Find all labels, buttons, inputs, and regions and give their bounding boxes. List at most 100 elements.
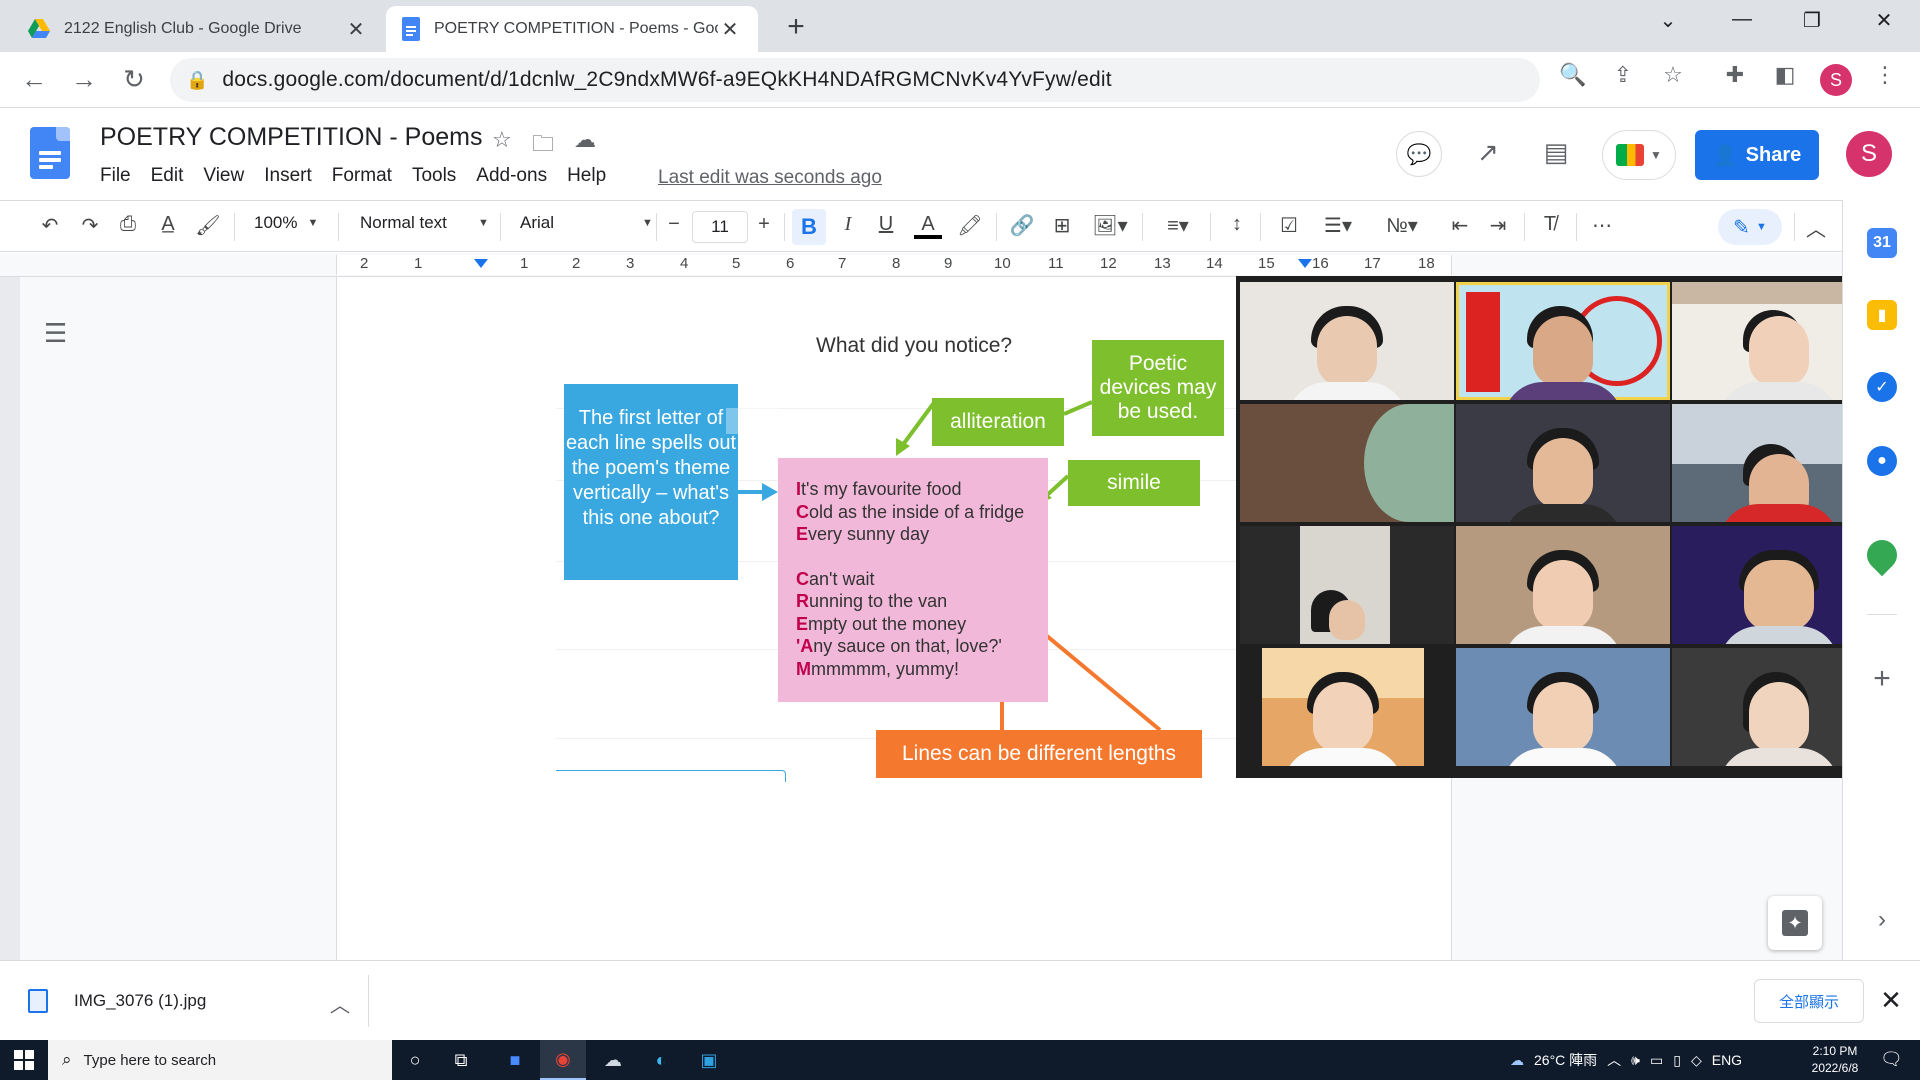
photos-app-icon[interactable]: ▣ — [686, 1040, 732, 1080]
highlight-color-icon[interactable]: 🖍 — [956, 213, 984, 238]
add-comment-icon[interactable]: ⊞ — [1048, 213, 1076, 238]
line-spacing-icon[interactable]: ↕ — [1222, 213, 1252, 236]
zoom-icon[interactable]: 🔍 — [1556, 62, 1590, 88]
minimize-button[interactable]: — — [1722, 8, 1762, 31]
explore-button[interactable]: ✦ — [1768, 896, 1822, 950]
volume-icon[interactable]: 🕪 — [1631, 1052, 1640, 1069]
comment-icon[interactable]: ▤ — [1536, 137, 1576, 168]
participant-tile[interactable] — [1456, 404, 1670, 522]
insert-image-icon[interactable]: 🖼▾ — [1088, 213, 1132, 238]
restore-button[interactable]: ❐ — [1792, 8, 1832, 33]
chevron-up-icon[interactable]: ︿ — [330, 989, 350, 1018]
hide-menus-chevron-up-icon[interactable]: ︿ — [1802, 213, 1830, 242]
bold-button[interactable]: B — [792, 209, 826, 245]
participant-tile[interactable] — [1240, 282, 1454, 400]
video-call-panel[interactable] — [1236, 276, 1886, 778]
paint-format-icon[interactable]: 🖌 — [194, 213, 222, 238]
menu-insert[interactable]: Insert — [264, 165, 312, 187]
bulleted-list-icon[interactable]: ☰▾ — [1316, 213, 1360, 238]
document-title[interactable]: POETRY COMPETITION - Poems — [100, 123, 482, 152]
menu-format[interactable]: Format — [332, 165, 392, 187]
reload-icon[interactable]: ↻ — [116, 64, 152, 95]
windows-start-icon[interactable] — [14, 1050, 34, 1070]
editing-mode-button[interactable]: ✎ ▼ — [1718, 209, 1782, 245]
share-button[interactable]: 👤 Share — [1695, 130, 1819, 180]
close-download-bar-icon[interactable]: ✕ — [1876, 985, 1906, 1016]
weather-text[interactable]: 26°C 陣雨 — [1534, 1050, 1597, 1070]
show-comments-history-icon[interactable]: 💬 — [1396, 131, 1442, 177]
show-all-button[interactable]: 全部顯示 — [1754, 979, 1864, 1023]
spellcheck-icon[interactable]: A̲ — [154, 213, 182, 236]
last-edit-link[interactable]: Last edit was seconds ago — [658, 167, 882, 189]
activity-dashboard-icon[interactable]: ↗ — [1468, 137, 1508, 168]
font-size-input[interactable]: 11 — [692, 211, 748, 243]
battery-icon[interactable]: ▯ — [1673, 1052, 1681, 1069]
menu-addons[interactable]: Add-ons — [476, 165, 547, 187]
menu-tools[interactable]: Tools — [412, 165, 456, 187]
left-indent-marker[interactable] — [474, 259, 488, 268]
close-tab-icon[interactable]: ✕ — [718, 17, 742, 42]
profile-avatar[interactable]: S — [1820, 64, 1852, 96]
tab-poetry-doc[interactable]: POETRY COMPETITION - Poems - Goog ✕ — [386, 6, 758, 52]
menu-edit[interactable]: Edit — [151, 165, 184, 187]
taskbar-clock[interactable]: 2:10 PM 2022/6/8 — [1800, 1043, 1870, 1077]
close-tab-icon[interactable]: ✕ — [344, 17, 368, 42]
language-indicator[interactable]: ENG — [1712, 1052, 1742, 1068]
tasks-icon[interactable]: ✓ — [1867, 372, 1897, 402]
bookmark-star-icon[interactable]: ☆ — [1656, 62, 1690, 88]
extensions-puzzle-icon[interactable]: ✚ — [1718, 62, 1752, 88]
side-panel-icon[interactable]: ◧ — [1768, 62, 1802, 88]
clear-formatting-icon[interactable]: T̸ — [1536, 213, 1564, 236]
tab-google-drive[interactable]: 2122 English Club - Google Drive ✕ — [12, 6, 384, 52]
menu-help[interactable]: Help — [567, 165, 606, 187]
weather-icon[interactable]: ☁ — [1510, 1052, 1524, 1069]
account-avatar[interactable]: S — [1846, 131, 1892, 177]
network-icon[interactable]: ▭ — [1650, 1052, 1663, 1069]
embedded-slide-image[interactable]: What did you notice? The first letter of… — [556, 318, 1236, 788]
back-arrow-icon[interactable]: ← — [16, 64, 52, 95]
participant-tile[interactable] — [1456, 648, 1670, 766]
document-outline-icon[interactable]: ☰ — [44, 318, 67, 349]
text-color-button[interactable]: A — [914, 213, 942, 239]
checklist-icon[interactable]: ☑ — [1274, 213, 1304, 238]
zoom-select[interactable]: 100% ▼ — [254, 213, 318, 233]
url-text[interactable]: docs.google.com/document/d/1dcnlw_2C9ndx… — [222, 68, 1111, 92]
align-left-icon[interactable]: ≡▾ — [1156, 213, 1200, 238]
participant-tile[interactable] — [1240, 404, 1454, 522]
notifications-icon[interactable]: 🗨 — [1880, 1049, 1903, 1070]
decrease-font-size-icon[interactable]: − — [662, 213, 686, 236]
menu-file[interactable]: File — [100, 165, 131, 187]
zoom-app-icon[interactable]: ■ — [492, 1040, 538, 1080]
right-indent-marker[interactable] — [1298, 259, 1312, 268]
underline-button[interactable]: U — [874, 213, 898, 236]
cloud-app-icon[interactable]: ☁ — [590, 1040, 636, 1080]
participant-tile[interactable] — [1240, 526, 1454, 644]
download-item[interactable]: IMG_3076 (1).jpg ︿ — [28, 979, 368, 1023]
google-meet-button[interactable]: ▼ — [1602, 130, 1676, 180]
edge-app-icon[interactable]: ◐ — [638, 1040, 684, 1080]
participant-tile[interactable] — [1456, 526, 1670, 644]
font-select[interactable]: Arial ▼ — [520, 213, 653, 233]
calendar-icon[interactable]: 31 — [1867, 228, 1897, 258]
insert-link-icon[interactable]: 🔗 — [1006, 213, 1038, 238]
cortana-icon[interactable]: ○ — [392, 1040, 438, 1080]
participant-tile-speaking[interactable] — [1456, 282, 1670, 400]
paragraph-style-select[interactable]: Normal text ▼ — [360, 213, 489, 233]
increase-font-size-icon[interactable]: + — [752, 213, 776, 236]
dropbox-icon[interactable]: ◇ — [1691, 1052, 1702, 1069]
keep-icon[interactable]: ▮ — [1867, 300, 1897, 330]
participant-tile[interactable] — [1262, 648, 1424, 766]
forward-arrow-icon[interactable]: → — [66, 64, 102, 95]
docs-logo-icon[interactable] — [30, 127, 70, 179]
tab-search-chevron-icon[interactable]: ⌄ — [1648, 8, 1688, 33]
star-icon[interactable]: ☆ — [492, 127, 512, 153]
redo-icon[interactable]: ↷ — [76, 213, 104, 238]
share-page-icon[interactable]: ⇪ — [1606, 62, 1640, 88]
task-view-icon[interactable]: ⧉ — [438, 1040, 484, 1080]
get-addons-plus-icon[interactable]: + — [1867, 662, 1897, 696]
increase-indent-icon[interactable]: ⇥ — [1484, 213, 1512, 238]
taskbar-search-box[interactable]: ⌕ Type here to search — [48, 1040, 392, 1080]
italic-button[interactable]: I — [836, 213, 860, 236]
decrease-indent-icon[interactable]: ⇤ — [1446, 213, 1474, 238]
menu-view[interactable]: View — [203, 165, 244, 187]
